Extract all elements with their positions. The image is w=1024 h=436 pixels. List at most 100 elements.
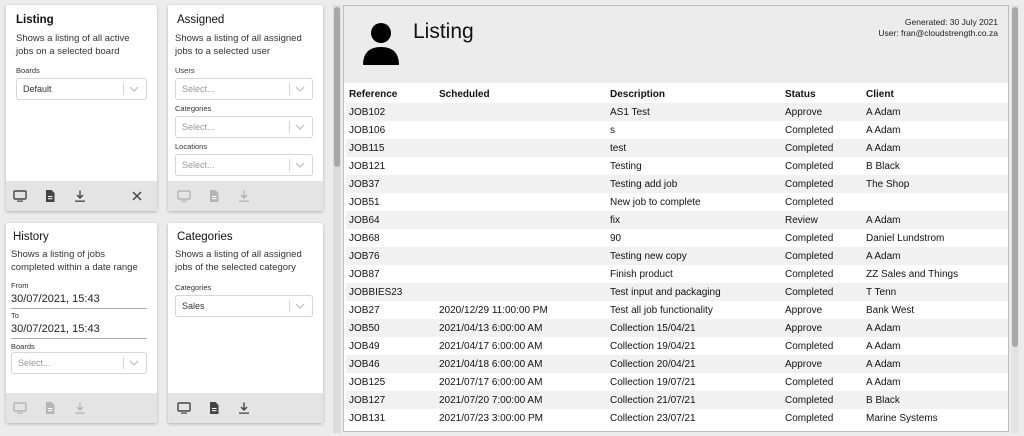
table-cell: Testing — [610, 160, 642, 172]
table-cell: A Adam — [866, 358, 901, 370]
from-date-input[interactable]: 30/07/2021, 15:43 — [11, 293, 147, 309]
select-separator — [123, 83, 124, 95]
download-icon[interactable] — [237, 401, 251, 415]
table-cell: Testing add job — [610, 178, 678, 190]
users-label: Users — [175, 66, 195, 75]
table-row[interactable]: JOB49 2021/04/17 6:00:00 AM Collection 19/… — [346, 337, 1008, 355]
document-icon[interactable] — [43, 189, 57, 203]
categories-label: Categories — [175, 104, 212, 113]
scrollbar-thumb[interactable] — [1012, 7, 1018, 347]
table-cell: 2020/12/29 11:00:00 PM — [439, 304, 548, 316]
download-icon[interactable] — [73, 189, 87, 203]
document-icon[interactable] — [207, 401, 221, 415]
table-row[interactable]: JOB76 Testing new copy Completed A Adam — [346, 247, 1008, 265]
report-header: Listing Generated: 30 July 2021 User: fr… — [344, 6, 1008, 83]
table-row[interactable]: JOB125 2021/07/17 6:00:00 AM Collection 19… — [346, 373, 1008, 391]
table-row[interactable]: JOB64 fix Review A Adam — [346, 211, 1008, 229]
table-row[interactable]: JOB46 2021/04/18 6:00:00 AM Collection 20/… — [346, 355, 1008, 373]
close-icon[interactable] — [130, 189, 144, 203]
table-row[interactable]: JOB27 2020/12/29 11:00:00 PM Test all job … — [346, 301, 1008, 319]
table-cell: Completed — [785, 394, 834, 406]
table-cell: A Adam — [866, 214, 901, 226]
table-cell: Completed — [785, 286, 834, 298]
table-cell: Bank West — [866, 304, 915, 316]
table-cell — [436, 265, 607, 283]
table-cell — [436, 121, 607, 139]
table-row[interactable]: JOBBIES23 Test input and packaging Complet… — [346, 283, 1008, 301]
categories-card: Categories Shows a listing of all assign… — [168, 223, 323, 423]
card-description: Shows a listing of all active jobs on a … — [16, 33, 130, 57]
chevron-down-icon — [295, 162, 305, 168]
table-cell: JOB127 — [349, 394, 386, 406]
table-cell: JOB121 — [349, 160, 386, 172]
cards-scrollbar[interactable] — [333, 5, 341, 433]
table-cell — [436, 211, 607, 229]
table-row[interactable]: JOB68 90 Completed Daniel Lundstrom — [346, 229, 1008, 247]
table-cell: JOB64 — [349, 214, 380, 226]
table-cell: 2021/04/17 6:00:00 AM — [439, 340, 543, 352]
users-select[interactable]: Select... — [175, 78, 313, 100]
chevron-down-icon — [129, 86, 139, 92]
table-cell: JOB125 — [349, 376, 386, 388]
table-row[interactable]: JOB127 2021/07/20 7:00:00 AM Collection 21… — [346, 391, 1008, 409]
table-cell: Test input and packaging — [610, 286, 721, 298]
chevron-down-icon — [295, 303, 305, 309]
locations-select[interactable]: Select... — [175, 154, 313, 176]
table-row[interactable]: JOB121 Testing Completed B Black — [346, 157, 1008, 175]
boards-select-value: Default — [23, 84, 52, 94]
table-cell — [436, 103, 607, 121]
table-cell: JOB102 — [349, 106, 386, 118]
table-cell: Marine Systems — [866, 412, 938, 424]
table-row[interactable]: JOB102 AS1 Test Approve A Adam — [346, 103, 1008, 121]
table-body: JOB102 AS1 Test Approve A Adam JOB106 s Comple… — [346, 103, 1008, 427]
table-row[interactable]: JOB131 2021/07/23 3:00:00 PM Collection 23… — [346, 409, 1008, 427]
select-separator — [123, 357, 124, 369]
table-cell: 90 — [610, 232, 622, 244]
table-row[interactable]: JOB37 Testing add job Completed The Shop — [346, 175, 1008, 193]
table-cell: Completed — [785, 178, 834, 190]
boards-label: Boards — [16, 66, 40, 75]
monitor-icon — [13, 402, 27, 414]
categories-select[interactable]: Sales — [175, 295, 313, 317]
table-cell: A Adam — [866, 250, 901, 262]
table-cell: 2021/07/20 7:00:00 AM — [439, 394, 543, 406]
table-cell: Completed — [785, 160, 834, 172]
table-row[interactable]: JOB50 2021/04/13 6:00:00 AM Collection 15/… — [346, 319, 1008, 337]
table-cell: JOB37 — [349, 178, 380, 190]
table-cell: JOB76 — [349, 250, 380, 262]
table-row[interactable]: JOB87 Finish product Completed ZZ Sales and… — [346, 265, 1008, 283]
chevron-down-icon — [295, 124, 305, 130]
table-cell: Collection 15/04/21 — [610, 322, 696, 334]
boards-select[interactable]: Default — [16, 78, 147, 100]
select-separator — [289, 159, 290, 171]
monitor-icon[interactable] — [13, 189, 27, 203]
scrollbar-thumb[interactable] — [334, 7, 340, 167]
table-cell: JOB50 — [349, 322, 380, 334]
boards-label: Boards — [11, 342, 35, 351]
table-cell: Approve — [785, 322, 823, 334]
table-cell: JOB106 — [349, 124, 386, 136]
table-cell: test — [610, 142, 627, 154]
person-avatar-icon — [363, 23, 399, 65]
table-row[interactable]: JOB51 New job to complete Completed — [346, 193, 1008, 211]
table-cell: JOB46 — [349, 358, 380, 370]
select-separator — [289, 83, 290, 95]
table-row[interactable]: JOB115 test Completed A Adam — [346, 139, 1008, 157]
monitor-icon[interactable] — [177, 401, 191, 415]
boards-select-placeholder: Select... — [18, 358, 51, 368]
table-row[interactable]: JOB106 s Completed A Adam — [346, 121, 1008, 139]
categories-select[interactable]: Select... — [175, 116, 313, 138]
table-cell: New job to complete — [610, 196, 701, 208]
categories-select-placeholder: Select... — [182, 122, 215, 132]
history-card: History Shows a listing of jobs complete… — [6, 223, 157, 423]
report-scrollbar[interactable] — [1011, 5, 1019, 433]
boards-select[interactable]: Select... — [11, 352, 147, 374]
download-icon — [75, 402, 85, 414]
table-cell — [436, 157, 607, 175]
card-title: History — [13, 231, 49, 243]
to-date-input[interactable]: 30/07/2021, 15:43 — [11, 323, 147, 339]
card-description: Shows a listing of all assigned jobs of … — [175, 249, 302, 273]
table-cell: Collection 19/07/21 — [610, 376, 696, 388]
table-cell: A Adam — [866, 340, 901, 352]
table-cell: Test all job functionality — [610, 304, 713, 316]
